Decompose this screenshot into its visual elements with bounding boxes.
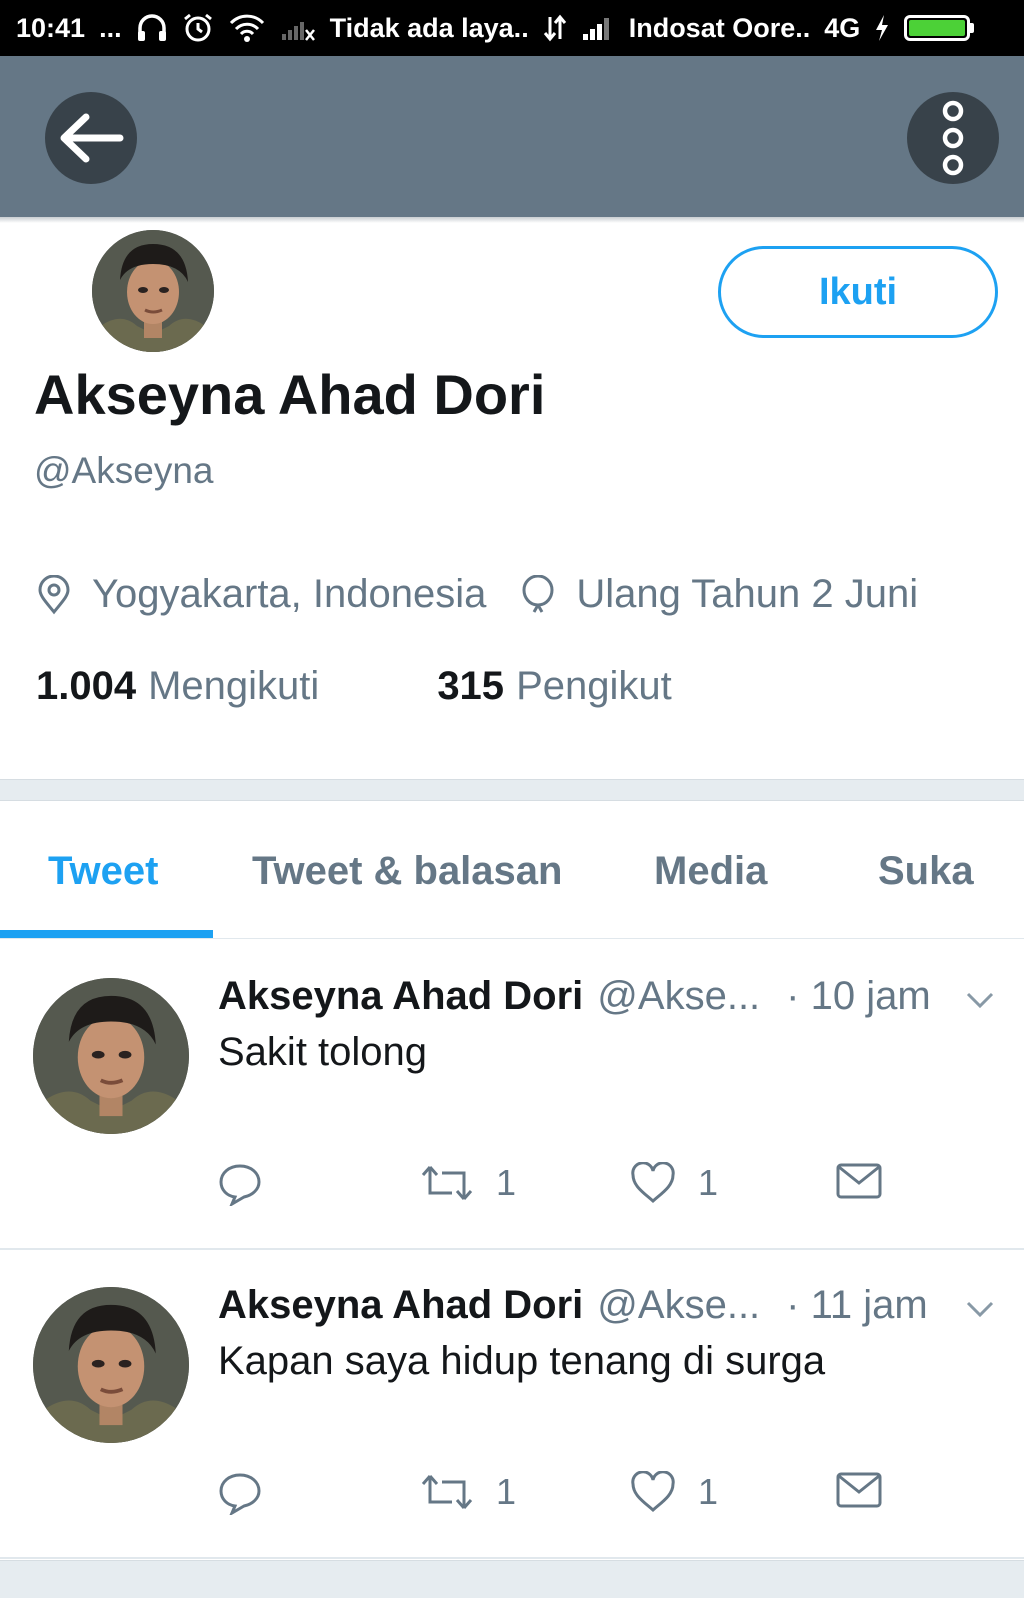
battery-icon (904, 15, 975, 41)
active-tab-indicator (0, 930, 213, 938)
tab-tweet-replies[interactable]: Tweet & balasan (252, 849, 562, 894)
tab-likes[interactable]: Suka (878, 849, 974, 894)
reply-icon (219, 1164, 261, 1206)
reply-button[interactable] (218, 1471, 262, 1515)
tab-media[interactable]: Media (654, 849, 767, 894)
alarm-icon (182, 12, 214, 44)
tweet-actions: 1 1 (218, 1162, 918, 1212)
tweet-time: · 10 jam (786, 974, 931, 1018)
tweet-header: Akseyna Ahad Dori @Akse... · 10 jam (218, 974, 1008, 1019)
like-button[interactable]: 1 (630, 1471, 718, 1513)
tab-tweet[interactable]: Tweet (48, 849, 158, 894)
signal-off-icon (280, 14, 316, 42)
tweet-item[interactable]: Akseyna Ahad Dori @Akse... · 11 jam Kapa… (0, 1249, 1024, 1559)
tweet-actions: 1 1 (218, 1471, 918, 1521)
profile-stats: 1.004 Mengikuti 315 Pengikut (36, 664, 672, 709)
charging-icon (874, 14, 890, 42)
arrow-left-icon (60, 113, 124, 163)
chevron-down-icon[interactable] (965, 990, 995, 1015)
location-pin-icon (36, 574, 72, 615)
follow-button[interactable]: Ikuti (718, 246, 998, 338)
wifi-status-text: Tidak ada laya.. (329, 12, 529, 43)
envelope-icon (836, 1472, 882, 1508)
tweet-author-name[interactable]: Akseyna Ahad Dori (218, 974, 583, 1019)
followers-link[interactable]: 315 Pengikut (437, 664, 671, 709)
signal-icon (581, 14, 615, 42)
following-count: 1.004 (36, 664, 137, 708)
status-time: 10:41 (16, 12, 86, 43)
envelope-icon (836, 1163, 882, 1199)
notification-dots: ... (99, 12, 122, 43)
following-label: Mengikuti (148, 664, 320, 708)
tweet-author-handle: @Akse... (597, 974, 761, 1018)
like-count: 1 (698, 1471, 719, 1512)
profile-location: Yogyakarta, Indonesia (92, 572, 487, 616)
tweet-avatar[interactable] (33, 978, 189, 1134)
retweet-count: 1 (496, 1162, 517, 1203)
tweet-header: Akseyna Ahad Dori @Akse... · 11 jam (218, 1283, 1008, 1328)
balloon-icon (520, 574, 556, 615)
heart-icon (631, 1162, 675, 1204)
header-divider (0, 217, 1024, 223)
direct-message-button[interactable] (836, 1162, 882, 1200)
profile-tabs: Tweet Tweet & balasan Media Suka (0, 801, 1024, 939)
headphones-icon (136, 13, 168, 43)
tweet-text: Sakit tolong (218, 1030, 428, 1074)
network-type: 4G (824, 12, 861, 43)
list-end-divider (0, 1560, 1024, 1598)
battery-level-fill (909, 20, 966, 36)
followers-count: 315 (437, 664, 505, 708)
tweet-avatar[interactable] (33, 1287, 189, 1443)
retweet-count: 1 (496, 1471, 517, 1512)
data-transfer-icon (543, 13, 567, 43)
status-bar: 10:41 ... Tidak ada laya.. Indosat Oore.… (0, 0, 1024, 56)
profile-handle: @Akseyna (34, 450, 214, 491)
reply-icon (219, 1473, 261, 1515)
tweet-author-handle: @Akse... (597, 1283, 761, 1327)
carrier-name: Indosat Oore.. (628, 12, 811, 43)
tweet-author-name[interactable]: Akseyna Ahad Dori (218, 1283, 583, 1328)
section-divider (0, 779, 1024, 801)
tweet-text: Kapan saya hidup tenang di surga (218, 1339, 826, 1383)
tweet-time: · 11 jam (786, 1283, 928, 1327)
like-button[interactable]: 1 (630, 1162, 718, 1204)
reply-button[interactable] (218, 1162, 262, 1206)
tweet-item[interactable]: Akseyna Ahad Dori @Akse... · 10 jam Saki… (0, 940, 1024, 1250)
chevron-down-icon[interactable] (965, 1299, 995, 1324)
more-options-button[interactable] (907, 92, 999, 184)
profile-name: Akseyna Ahad Dori (34, 363, 546, 426)
retweet-icon (421, 1475, 473, 1509)
retweet-icon (421, 1166, 473, 1200)
more-vertical-icon (942, 100, 964, 176)
profile-page: 10:41 ... Tidak ada laya.. Indosat Oore.… (0, 0, 1024, 1598)
following-link[interactable]: 1.004 Mengikuti (36, 664, 319, 709)
profile-header (0, 56, 1024, 220)
retweet-button[interactable]: 1 (420, 1471, 516, 1513)
retweet-button[interactable]: 1 (420, 1162, 516, 1204)
profile-avatar[interactable] (88, 226, 218, 356)
profile-meta: Yogyakarta, Indonesia Ulang Tahun 2 Juni (36, 572, 918, 617)
like-count: 1 (698, 1162, 719, 1203)
wifi-icon (228, 13, 266, 43)
direct-message-button[interactable] (836, 1471, 882, 1509)
profile-birthday: Ulang Tahun 2 Juni (576, 572, 919, 616)
heart-icon (631, 1471, 675, 1513)
followers-label: Pengikut (516, 664, 672, 708)
back-button[interactable] (45, 92, 137, 184)
